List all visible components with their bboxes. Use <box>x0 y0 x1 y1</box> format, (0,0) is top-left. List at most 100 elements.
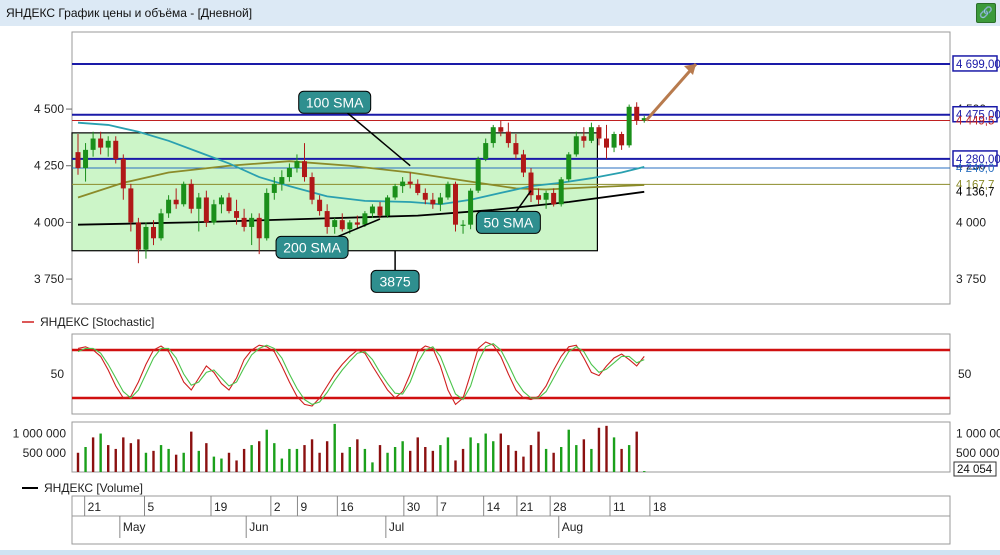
candle-body <box>302 161 307 178</box>
volume-bar <box>393 447 397 472</box>
candle-body <box>151 226 156 239</box>
candle-body <box>520 154 526 173</box>
stoch-tick-right: 50 <box>958 367 972 381</box>
x-day-label: 5 <box>148 500 155 514</box>
candle-body <box>203 197 209 223</box>
link-icon[interactable]: 🔗 <box>976 3 996 23</box>
volume-bar <box>537 431 540 472</box>
candle-body <box>430 199 436 205</box>
candle-body <box>581 136 587 141</box>
candle-body <box>634 106 640 121</box>
volume-bar <box>424 447 427 472</box>
x-day-label: 21 <box>88 500 102 514</box>
volume-bar <box>401 441 404 472</box>
candle-body <box>437 197 443 205</box>
candle-body <box>279 177 285 184</box>
time-axis-frame <box>71 495 951 545</box>
volume-bar <box>167 448 170 472</box>
volume-bar <box>91 437 95 472</box>
candle-body <box>604 138 609 148</box>
volume-panel-frame <box>71 421 951 473</box>
candle-body <box>256 217 262 239</box>
volume-bar <box>227 452 231 472</box>
y-tick-label-left: 4 500 <box>34 102 64 116</box>
volume-bar <box>363 448 367 472</box>
x-month-label: May <box>123 520 146 534</box>
candle-body <box>105 140 111 148</box>
candle-body <box>377 206 383 216</box>
stochastic-title: ЯНДЕКС [Stochastic] <box>40 315 154 329</box>
volume-bar <box>107 445 110 472</box>
candle-body <box>241 217 247 227</box>
y-tick-label-left: 3 750 <box>34 272 64 286</box>
volume-bar <box>492 441 495 472</box>
candle-body <box>558 179 564 205</box>
price-volume-chart[interactable]: 100 SMA200 SMA387550 SMA 4 5004 5004 250… <box>0 26 1000 550</box>
candle-body <box>354 222 360 225</box>
candle-body <box>135 222 141 250</box>
volume-bar <box>620 448 623 472</box>
volume-bar <box>288 448 291 472</box>
volume-bar <box>484 433 487 472</box>
x-day-label: 9 <box>300 500 307 514</box>
volume-bar <box>431 450 435 472</box>
candle-body <box>573 136 579 155</box>
price-label: 4 699,00 <box>956 59 1000 71</box>
x-day-label: 19 <box>214 500 228 514</box>
volume-bar <box>205 443 208 472</box>
volume-bar <box>597 427 601 472</box>
volume-bar <box>635 431 638 472</box>
candle-body <box>400 181 406 187</box>
candle-body <box>286 168 292 178</box>
volume-last-label: 24 054 <box>957 464 993 476</box>
price-label: 4 240,0 <box>956 163 994 175</box>
chart-area: 100 SMA200 SMA387550 SMA 4 5004 5004 250… <box>0 26 1000 550</box>
volume-bar <box>182 452 185 472</box>
stoch-tick-left: 50 <box>51 367 65 381</box>
candle-body <box>309 177 315 200</box>
volume-bar <box>446 437 450 472</box>
candle-body <box>181 183 187 205</box>
volume-bar <box>552 452 555 472</box>
volume-bar <box>295 448 299 472</box>
volume-bar <box>242 448 246 472</box>
candle-body <box>588 127 594 141</box>
volume-bar <box>273 443 276 472</box>
volume-bar <box>386 452 389 472</box>
candle-body <box>166 199 172 214</box>
volume-bar <box>220 458 223 472</box>
volume-title: ЯНДЕКС [Volume] <box>44 481 143 495</box>
candle-body <box>362 213 368 225</box>
candle-body <box>536 195 542 200</box>
candle-body <box>468 190 474 225</box>
candle-body <box>75 152 81 168</box>
volume-bar <box>333 423 336 472</box>
volume-bar <box>643 471 646 472</box>
x-day-label: 30 <box>407 500 421 514</box>
volume-bar <box>76 452 80 472</box>
volume-bar <box>612 437 616 472</box>
volume-bar <box>371 462 374 472</box>
volume-tick-left: 1 000 000 <box>13 427 67 441</box>
volume-bar <box>575 445 578 472</box>
volume-bar <box>627 445 631 472</box>
volume-bar <box>507 445 510 472</box>
candle-body <box>392 186 398 198</box>
volume-bar <box>454 460 457 472</box>
volume-bar <box>560 447 563 472</box>
volume-bar <box>356 439 359 472</box>
stochastic-panel-frame <box>71 333 951 415</box>
x-month-label: Jul <box>389 520 404 534</box>
candle-body <box>143 226 149 250</box>
candle-body <box>543 192 549 200</box>
candle-body <box>347 222 353 230</box>
candle-body <box>460 224 466 226</box>
callout-label: 200 SMA <box>283 239 341 255</box>
callout-label: 50 SMA <box>483 214 533 230</box>
volume-bar <box>590 448 593 472</box>
y-tick-label-right: 4 000 <box>956 215 986 229</box>
volume-bar <box>303 445 306 472</box>
candle-body <box>505 131 511 144</box>
volume-tick-right: 500 000 <box>956 446 1000 460</box>
candle-body <box>332 220 338 227</box>
